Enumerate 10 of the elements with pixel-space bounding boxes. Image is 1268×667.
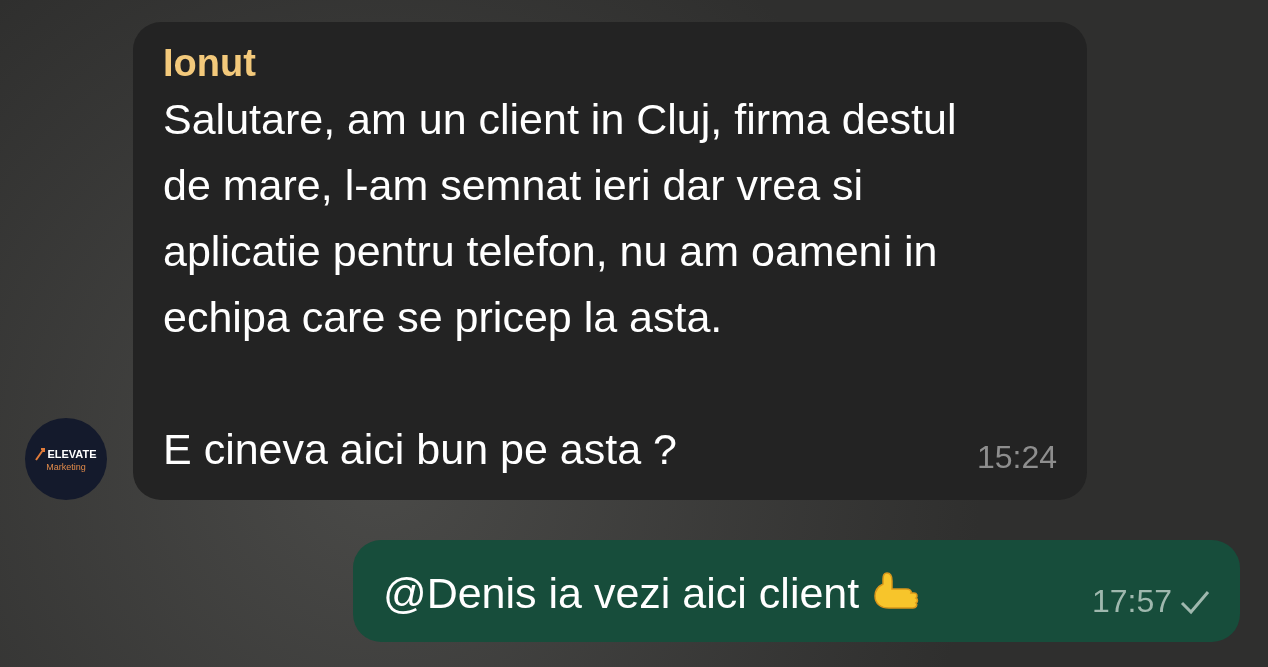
message-text: E cineva aici bun pe asta ? [163,424,677,475]
logo-arrow-icon [35,446,46,461]
message-time: 17:57 [1091,583,1172,620]
avatar[interactable]: ELEVATE Marketing [25,418,107,500]
logo-subtitle: Marketing [46,461,86,472]
message-text: Salutare, am un client in Cluj, firma destul de mare, l-am semnat ieri dar vrea si aplicatie pentru telefon, nu am oameni in echipa care se pricep la asta. [163,94,958,343]
message-time: 15:24 [976,439,1057,476]
message-text: @Denis ia vezi aici client [383,568,860,619]
sender-name: Ionut [163,41,256,86]
logo-title: ELEVATE [47,447,97,460]
